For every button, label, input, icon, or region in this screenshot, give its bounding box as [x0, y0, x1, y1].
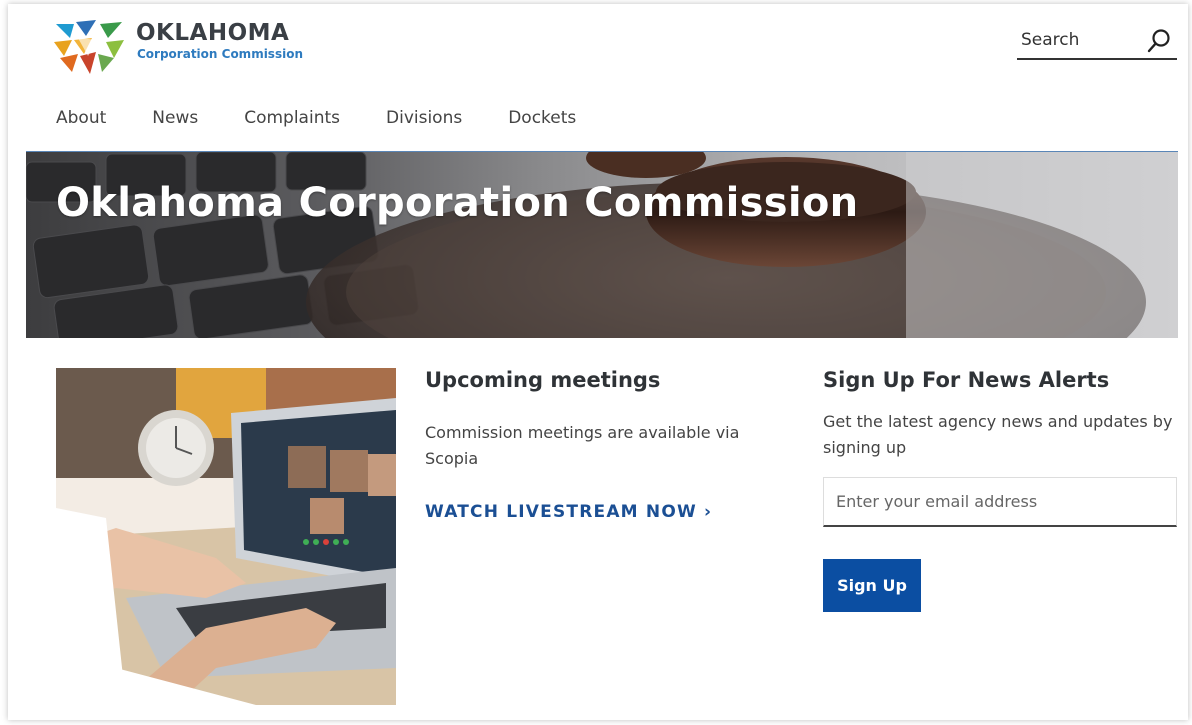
hero-title: Oklahoma Corporation Commission — [56, 180, 859, 226]
video-meeting-photo — [56, 368, 396, 705]
oklahoma-star-logo-icon — [54, 20, 124, 74]
nav-item-divisions[interactable]: Divisions — [386, 108, 462, 128]
search-input[interactable] — [1021, 26, 1131, 54]
logo-subtitle: Corporation Commission — [137, 47, 303, 61]
watch-livestream-link[interactable]: WATCH LIVESTREAM NOW › — [425, 502, 712, 522]
upcoming-meetings-section: Upcoming meetings Commission meetings ar… — [425, 368, 785, 522]
laptop-video-call-illustration — [56, 368, 396, 705]
nav-item-about[interactable]: About — [56, 108, 106, 128]
hero-banner: Oklahoma Corporation Commission — [26, 151, 1178, 338]
site-logo[interactable]: OKLAHOMA Corporation Commission — [52, 18, 312, 76]
logo-title: OKLAHOMA — [136, 20, 290, 46]
nav-item-complaints[interactable]: Complaints — [244, 108, 340, 128]
news-alerts-heading: Sign Up For News Alerts — [823, 368, 1110, 392]
nav-item-news[interactable]: News — [152, 108, 198, 128]
main-nav: About News Complaints Divisions Dockets — [56, 108, 622, 128]
search-box — [1017, 24, 1177, 60]
nav-item-dockets[interactable]: Dockets — [508, 108, 576, 128]
upcoming-meetings-heading: Upcoming meetings — [425, 368, 661, 392]
search-icon[interactable] — [1147, 28, 1171, 54]
email-field[interactable] — [823, 477, 1177, 527]
news-alerts-section: Sign Up For News Alerts Get the latest a… — [823, 368, 1179, 612]
news-alerts-text: Get the latest agency news and updates b… — [823, 412, 1173, 457]
sign-up-button[interactable]: Sign Up — [823, 559, 921, 612]
upcoming-meetings-text: Commission meetings are available via Sc… — [425, 423, 740, 468]
